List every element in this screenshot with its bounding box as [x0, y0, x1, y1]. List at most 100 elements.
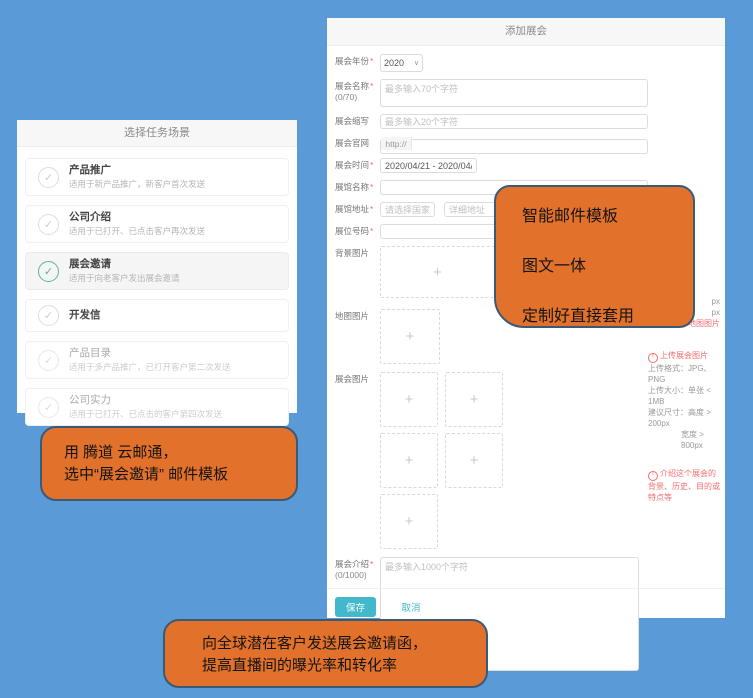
char-counter: (0/70)	[335, 92, 357, 102]
scenario-item-company-intro[interactable]: ✓ 公司介绍 适用于已打开、已点击客户再次发送	[25, 205, 289, 243]
row-exhibition-abbr: 展会缩写	[335, 114, 717, 129]
scenario-item-dev-letter[interactable]: ✓ 开发信	[25, 299, 289, 332]
field-label: 展位号码	[335, 226, 369, 236]
scenario-item-label: 产品目录	[69, 347, 231, 360]
field-label: 展会介绍	[335, 559, 369, 569]
check-circle-icon: ✓	[38, 397, 59, 418]
check-circle-icon-selected: ✓	[38, 261, 59, 282]
callout-smart-template: 智能邮件模板 图文一体 定制好直接套用	[494, 185, 695, 328]
scenario-item-label: 展会邀请	[69, 258, 180, 271]
plus-icon: +	[405, 513, 414, 530]
background-image-upload[interactable]: +	[380, 246, 495, 298]
plus-icon: +	[406, 328, 415, 345]
row-exhibition-time: 展会时间*	[335, 158, 717, 173]
check-icon: ✓	[44, 309, 53, 322]
required-mark: *	[370, 56, 373, 66]
scenario-item-product-catalog[interactable]: ✓ 产品目录 适用于多产品推广，已打开客户第二次发送	[25, 341, 289, 379]
scenario-panel-title: 选择任务场景	[17, 120, 297, 147]
year-value: 2020	[384, 58, 404, 68]
field-label: 展会年份	[335, 56, 369, 66]
check-icon: ✓	[44, 218, 53, 231]
plus-icon: +	[405, 452, 414, 469]
exhibition-image-upload-2[interactable]: +	[445, 372, 503, 427]
required-mark: *	[370, 182, 373, 192]
check-icon: ✓	[44, 354, 53, 367]
exhibition-image-upload-4[interactable]: +	[445, 433, 503, 488]
exhibition-image-upload-5[interactable]: +	[380, 494, 438, 549]
save-button[interactable]: 保存	[335, 597, 376, 617]
field-label: 展会缩写	[335, 116, 369, 126]
hint-line: 上传格式：JPG、PNG	[648, 363, 722, 385]
scenario-item-label: 公司介绍	[69, 211, 205, 224]
tip-icon: !	[648, 471, 658, 481]
scenario-item-label: 产品推广	[69, 164, 205, 177]
exhibition-name-input[interactable]	[380, 79, 648, 107]
required-mark: *	[370, 559, 373, 569]
scenario-item-company-strength[interactable]: ✓ 公司实力 适用于已打开、已点击的客户第四次发送	[25, 388, 289, 426]
callout-line: 向全球潜在客户发送展会邀请函，	[202, 633, 486, 655]
field-label: 展馆名称	[335, 182, 369, 192]
scenario-item-desc: 适用于已打开、已点击的客户第四次发送	[69, 409, 222, 420]
scenario-item-desc: 适用于多产品推广，已打开客户第二次发送	[69, 362, 231, 373]
field-label: 展会图片	[335, 374, 369, 384]
callout-goal: 向全球潜在客户发送展会邀请函， 提高直播间的曝光率和转化率	[163, 619, 488, 688]
check-circle-icon: ✓	[38, 305, 59, 326]
check-icon: ✓	[44, 401, 53, 414]
check-circle-icon: ✓	[38, 350, 59, 371]
exhibition-website-input[interactable]	[380, 139, 648, 154]
field-label: 地图图片	[335, 311, 369, 321]
row-exhibition-website: 展会官网 http://	[335, 136, 717, 151]
callout-line: 选中“展会邀请” 邮件模板	[64, 464, 296, 486]
scenario-item-product-promo[interactable]: ✓ 产品推广 适用于新产品推广，新客户首次发送	[25, 158, 289, 196]
exhibition-daterange-input[interactable]	[380, 158, 477, 173]
country-select-input[interactable]	[380, 202, 435, 217]
exhibition-year-select[interactable]: 2020 ∨	[380, 54, 423, 72]
tip-icon: !	[648, 353, 658, 363]
plus-icon: +	[470, 452, 479, 469]
field-label: 展会官网	[335, 138, 369, 148]
page-background: 选择任务场景 ✓ 产品推广 适用于新产品推广，新客户首次发送 ✓ 公司介绍 适用…	[0, 0, 753, 698]
callout-line: 定制好直接套用	[522, 302, 685, 326]
scenario-list: ✓ 产品推广 适用于新产品推广，新客户首次发送 ✓ 公司介绍 适用于已打开、已点…	[17, 147, 297, 426]
cancel-button[interactable]: 取消	[395, 599, 426, 615]
field-label: 展馆地址	[335, 204, 369, 214]
required-mark: *	[370, 204, 373, 214]
required-mark: *	[370, 160, 373, 170]
exhibition-image-upload-1[interactable]: +	[380, 372, 438, 427]
exhibition-image-upload-3[interactable]: +	[380, 433, 438, 488]
required-mark: *	[370, 226, 373, 236]
scenario-item-label: 公司实力	[69, 394, 222, 407]
scenario-item-label: 开发信	[69, 309, 101, 322]
plus-icon: +	[405, 391, 414, 408]
field-label: 展会时间	[335, 160, 369, 170]
exhibition-abbr-input[interactable]	[380, 114, 648, 129]
plus-icon: +	[470, 391, 479, 408]
form-footer: 保存 取消	[327, 588, 725, 617]
scenario-item-exhibition-invite[interactable]: ✓ 展会邀请 适用于向老客户发出展会邀请	[25, 252, 289, 290]
hint-title: 上传展会图片	[660, 351, 708, 360]
required-mark: *	[370, 81, 373, 91]
exhibition-images-hint: !上传展会图片 上传格式：JPG、PNG 上传大小：单张 < 1MB 建议尺寸：…	[648, 350, 722, 451]
field-label: 展会名称	[335, 81, 369, 91]
plus-icon: +	[433, 264, 442, 281]
callout-line: 图文一体	[522, 252, 685, 276]
check-icon: ✓	[44, 265, 53, 278]
scenario-panel: 选择任务场景 ✓ 产品推广 适用于新产品推广，新客户首次发送 ✓ 公司介绍 适用…	[17, 120, 297, 413]
callout-line: 智能邮件模板	[522, 202, 685, 226]
row-exhibition-year: 展会年份* 2020 ∨	[335, 54, 717, 72]
row-exhibition-name: 展会名称* (0/70)	[335, 79, 717, 107]
callout-line: 提高直播间的曝光率和转化率	[202, 655, 486, 677]
exhibition-intro-hint: !介绍这个展会的背景、历史、目的或特点等	[648, 468, 720, 503]
chevron-down-icon: ∨	[414, 59, 419, 67]
scenario-item-desc: 适用于已打开、已点击客户再次发送	[69, 226, 205, 237]
check-icon: ✓	[44, 171, 53, 184]
callout-tool-choice: 用 腾道 云邮通， 选中“展会邀请” 邮件模板	[40, 426, 298, 501]
hint-text: 介绍这个展会的背景、历史、目的或特点等	[648, 469, 720, 502]
check-circle-icon: ✓	[38, 214, 59, 235]
url-prefix: http://	[381, 137, 412, 150]
callout-line: 用 腾道 云邮通，	[64, 442, 296, 464]
form-title: 添加展会	[327, 18, 725, 46]
map-image-upload[interactable]: +	[380, 309, 440, 364]
field-label: 背景图片	[335, 248, 369, 258]
hint-line: 宽度 > 800px	[648, 429, 722, 451]
